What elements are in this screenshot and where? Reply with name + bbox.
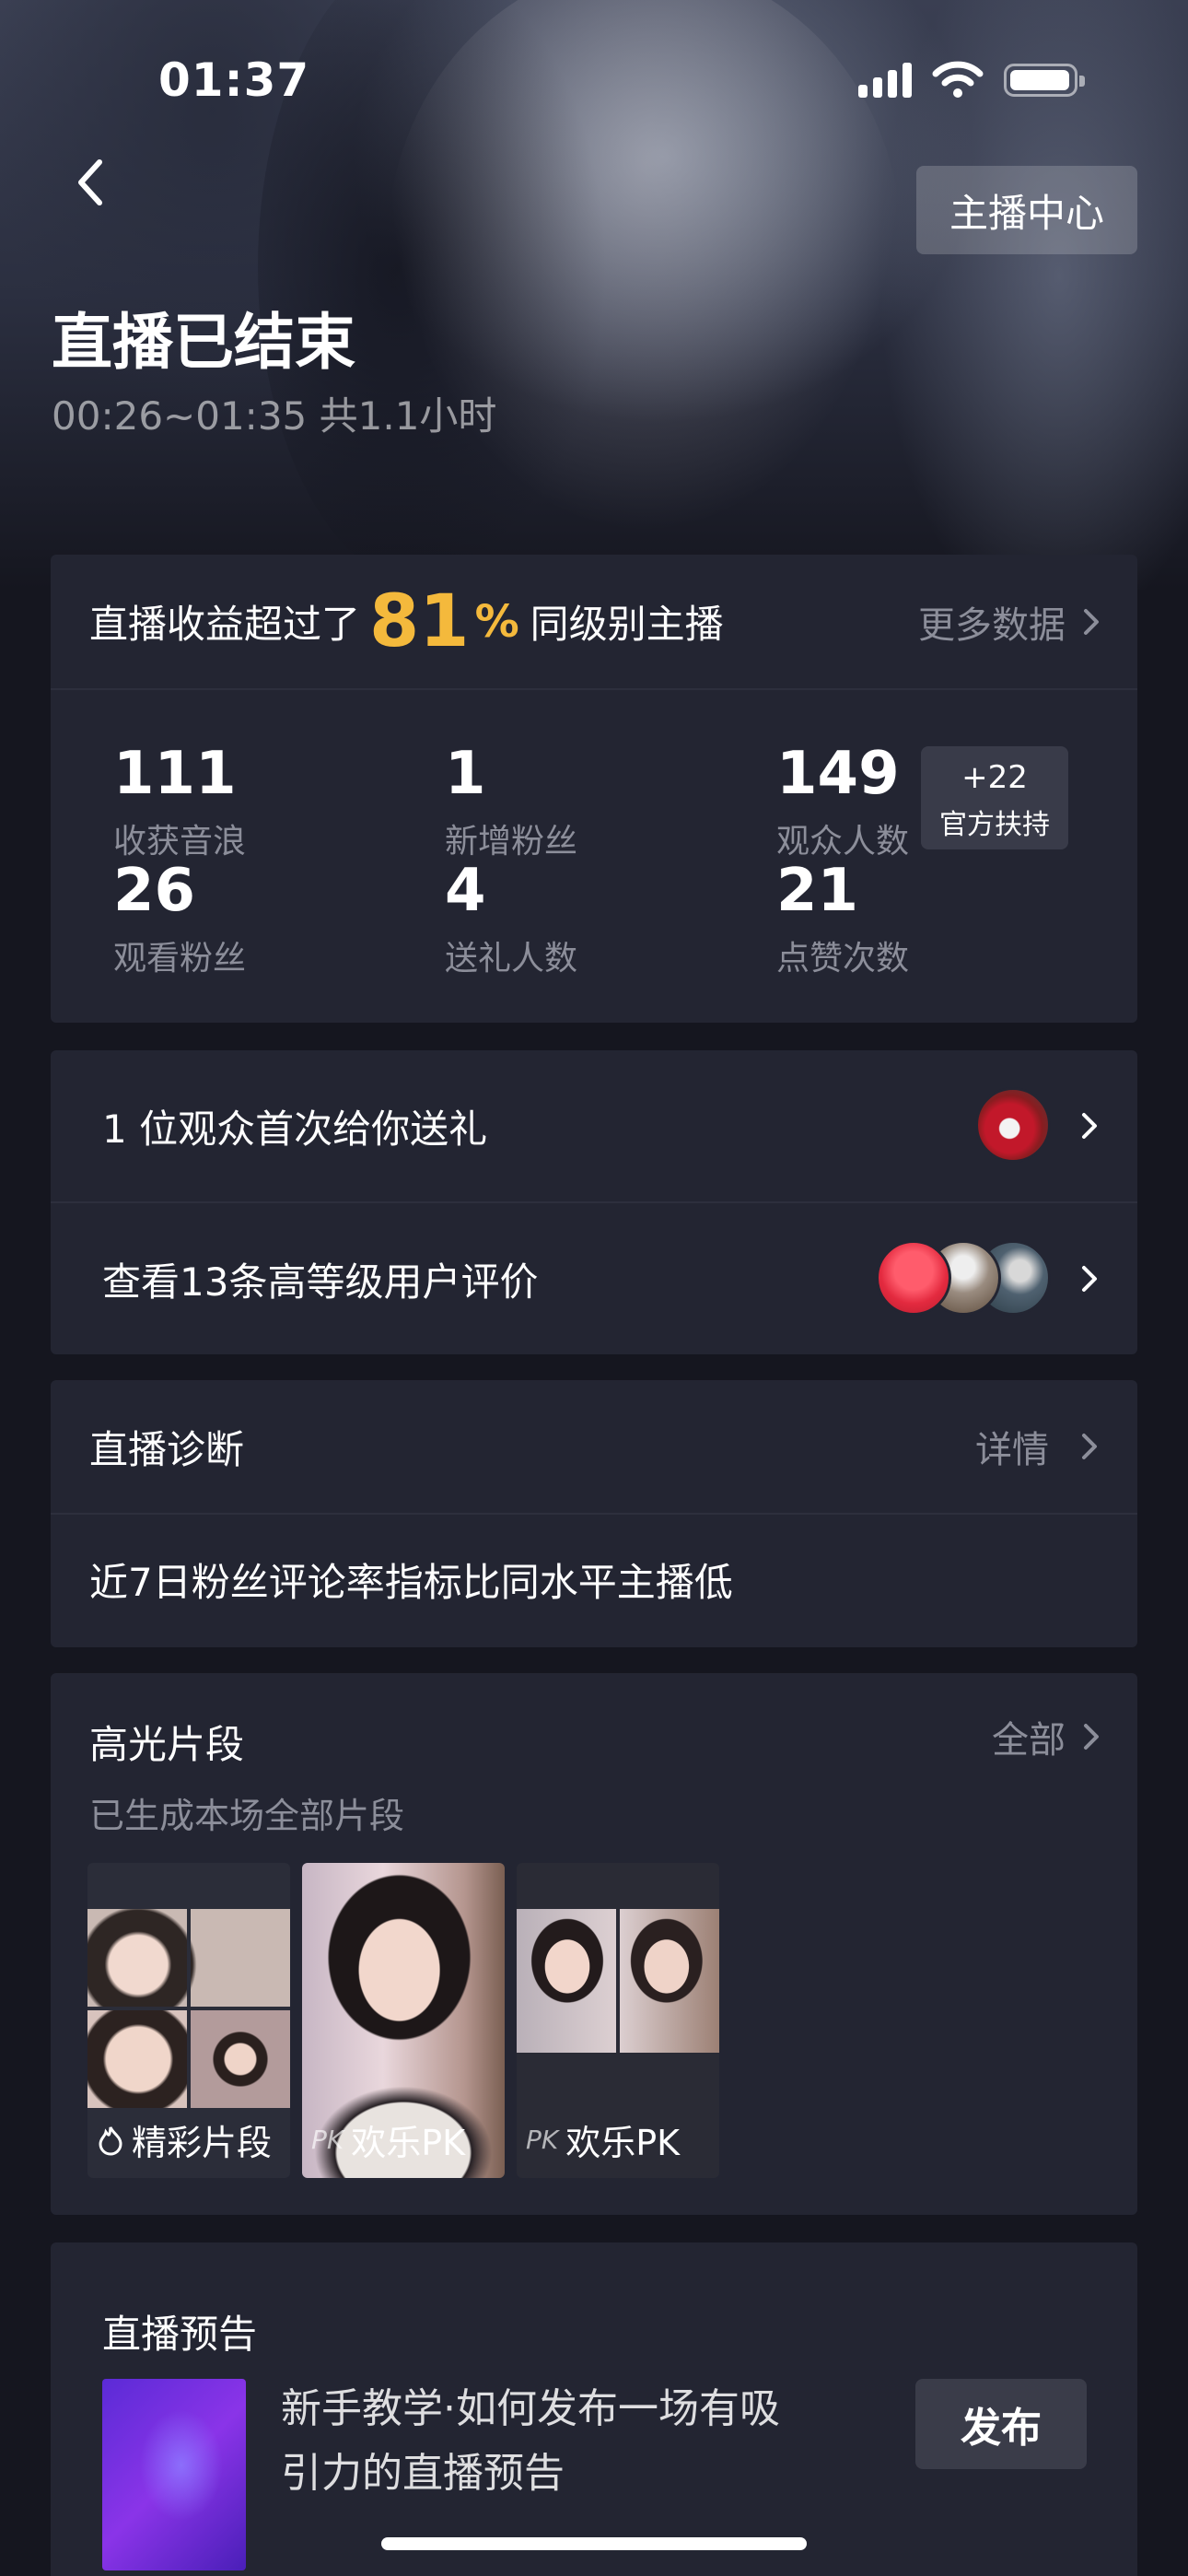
publish-button[interactable]: 发布: [915, 2379, 1087, 2469]
home-indicator[interactable]: [381, 2537, 807, 2550]
preview-title: 直播预告: [102, 2312, 258, 2357]
stat-new-fans: 1 新增粉丝: [445, 740, 578, 861]
highlights-card: 高光片段 全部 已生成本场全部片段 精彩片段 PK 欢乐PK PK 欢乐PK: [51, 1673, 1137, 2215]
preview-tutorial-text[interactable]: 新手教学·如何发布一场有吸 引力的直播预告: [281, 2377, 780, 2506]
stat-gifters: 4 送礼人数: [445, 857, 578, 978]
diagnosis-header[interactable]: 直播诊断 详情: [51, 1380, 1137, 1513]
reviewer-avatar: [876, 1240, 951, 1316]
pk-icon: PK: [526, 2125, 559, 2155]
stat-likes: 21 点赞次数: [776, 857, 910, 978]
highlight-clip[interactable]: 精彩片段: [87, 1863, 290, 2178]
highlights-all-link[interactable]: 全部: [992, 1710, 1101, 1763]
preview-thumbnail[interactable]: [102, 2379, 246, 2570]
status-icons: [858, 57, 1085, 103]
diagnosis-text: 近7日粉丝评论率指标比同水平主播低: [89, 1560, 733, 1605]
chevron-right-icon: [1082, 1434, 1097, 1459]
live-preview-card: 直播预告 新手教学·如何发布一场有吸 引力的直播预告 发布: [51, 2242, 1137, 2576]
first-gift-row[interactable]: 1 位观众首次给你送礼: [51, 1050, 1137, 1201]
clip-label: PK 欢乐PK: [526, 2123, 681, 2163]
diagnosis-card: 直播诊断 详情 近7日粉丝评论率指标比同水平主播低: [51, 1380, 1137, 1647]
summary-card: 直播收益超过了 81 % 同级别主播 更多数据 111 收获音浪 1 新增粉丝 14…: [51, 555, 1137, 1023]
highlights-title: 高光片段: [89, 1722, 245, 1767]
signal-icon: [858, 63, 912, 98]
chevron-right-icon: [1082, 1266, 1097, 1292]
stat-sound-waves: 111 收获音浪: [113, 740, 247, 861]
more-data-link[interactable]: 更多数据: [918, 555, 1101, 688]
page-title: 直播已结束: [52, 307, 355, 378]
highlight-clip[interactable]: PK 欢乐PK: [302, 1863, 505, 2178]
wifi-icon: [932, 61, 984, 98]
clip-thumbnail: [517, 1909, 719, 2053]
stat-viewers: 149 观众人数: [776, 740, 910, 861]
audience-card: 1 位观众首次给你送礼 查看13条高等级用户评价: [51, 1050, 1137, 1354]
gifter-avatar: [975, 1087, 1051, 1163]
fire-icon: [99, 2125, 122, 2155]
chevron-right-icon: [1084, 1724, 1099, 1750]
stat-fan-viewers: 26 观看粉丝: [113, 857, 247, 978]
back-chevron-icon: [78, 159, 102, 205]
high-level-reviews-row[interactable]: 查看13条高等级用户评价: [51, 1203, 1137, 1354]
official-boost-badge[interactable]: +22 官方扶持: [921, 746, 1068, 849]
earnings-rank: 直播收益超过了 81 % 同级别主播: [89, 580, 724, 663]
clip-label: PK 欢乐PK: [311, 2123, 466, 2163]
battery-icon: [1004, 64, 1085, 97]
clip-label: 精彩片段: [97, 2114, 272, 2165]
highlights-subtitle: 已生成本场全部片段: [89, 1796, 405, 1836]
back-button[interactable]: [72, 155, 109, 210]
anchor-center-button[interactable]: 主播中心: [916, 166, 1137, 254]
pk-icon: PK: [311, 2125, 344, 2155]
highlight-clip[interactable]: PK 欢乐PK: [517, 1863, 719, 2178]
status-time: 01:37: [158, 53, 310, 107]
earnings-percent: 81: [369, 580, 470, 663]
chevron-right-icon: [1084, 608, 1099, 635]
chevron-right-icon: [1082, 1113, 1097, 1139]
live-time-range: 00:26~01:35 共1.1小时: [52, 393, 497, 439]
